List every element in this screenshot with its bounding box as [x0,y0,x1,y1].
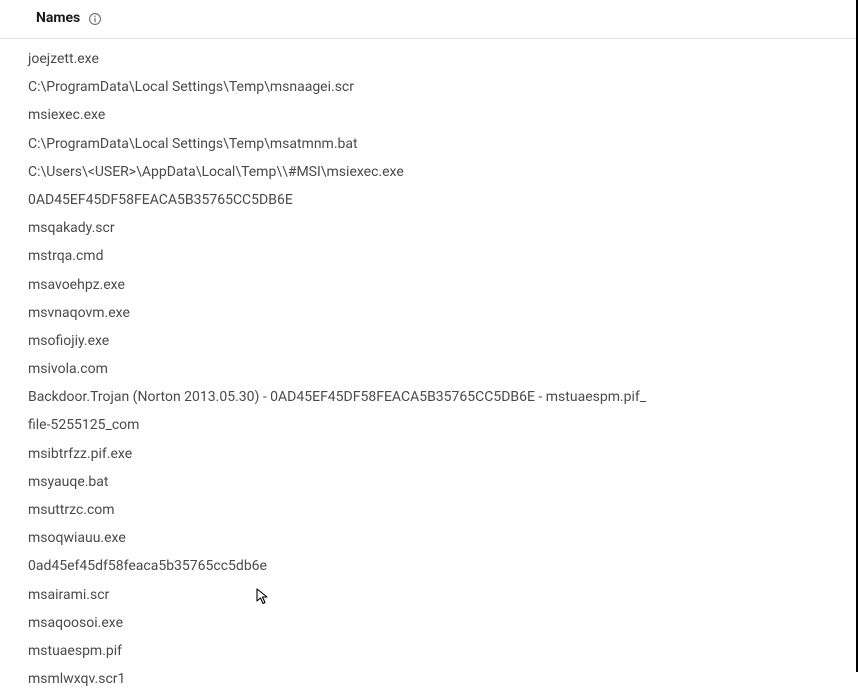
list-item[interactable]: msqakady.scr [0,214,856,242]
list-item[interactable]: msairami.scr [0,581,856,609]
panel-header: Names [0,0,856,39]
list-item[interactable]: C:\ProgramData\Local Settings\Temp\msatm… [0,130,856,158]
list-item[interactable]: msvnaqovm.exe [0,299,856,327]
list-item[interactable]: mstuaespm.pif [0,637,856,665]
list-item[interactable]: mstrqa.cmd [0,242,856,270]
header-title: Names [36,10,80,26]
list-item[interactable]: msuttrzc.com [0,496,856,524]
list-item[interactable]: joejzett.exe [0,45,856,73]
list-item[interactable]: Backdoor.Trojan (Norton 2013.05.30) - 0A… [0,383,856,411]
list-item[interactable]: file-5255125_com [0,411,856,439]
info-icon[interactable] [88,12,102,26]
list-item[interactable]: msyauqe.bat [0,468,856,496]
list-item[interactable]: msmlwxqv.scr1 [0,665,856,693]
list-item[interactable]: msaqoosoi.exe [0,609,856,637]
list-item[interactable]: C:\Users\<USER>\AppData\Local\Temp\\#MSI… [0,158,856,186]
names-panel: Names joejzett.exe C:\ProgramData\Local … [0,0,858,672]
list-item[interactable]: msivola.com [0,355,856,383]
list-item[interactable]: C:\ProgramData\Local Settings\Temp\msnaa… [0,73,856,101]
list-item[interactable]: msoqwiauu.exe [0,524,856,552]
list-item[interactable]: msibtrfzz.pif.exe [0,440,856,468]
list-item[interactable]: msofiojiy.exe [0,327,856,355]
names-list: joejzett.exe C:\ProgramData\Local Settin… [0,39,856,699]
list-item[interactable]: msiexec.exe [0,101,856,129]
list-item[interactable]: 0ad45ef45df58feaca5b35765cc5db6e [0,552,856,580]
list-item[interactable]: 0AD45EF45DF58FEACA5B35765CC5DB6E [0,186,856,214]
list-item[interactable]: msavoehpz.exe [0,271,856,299]
